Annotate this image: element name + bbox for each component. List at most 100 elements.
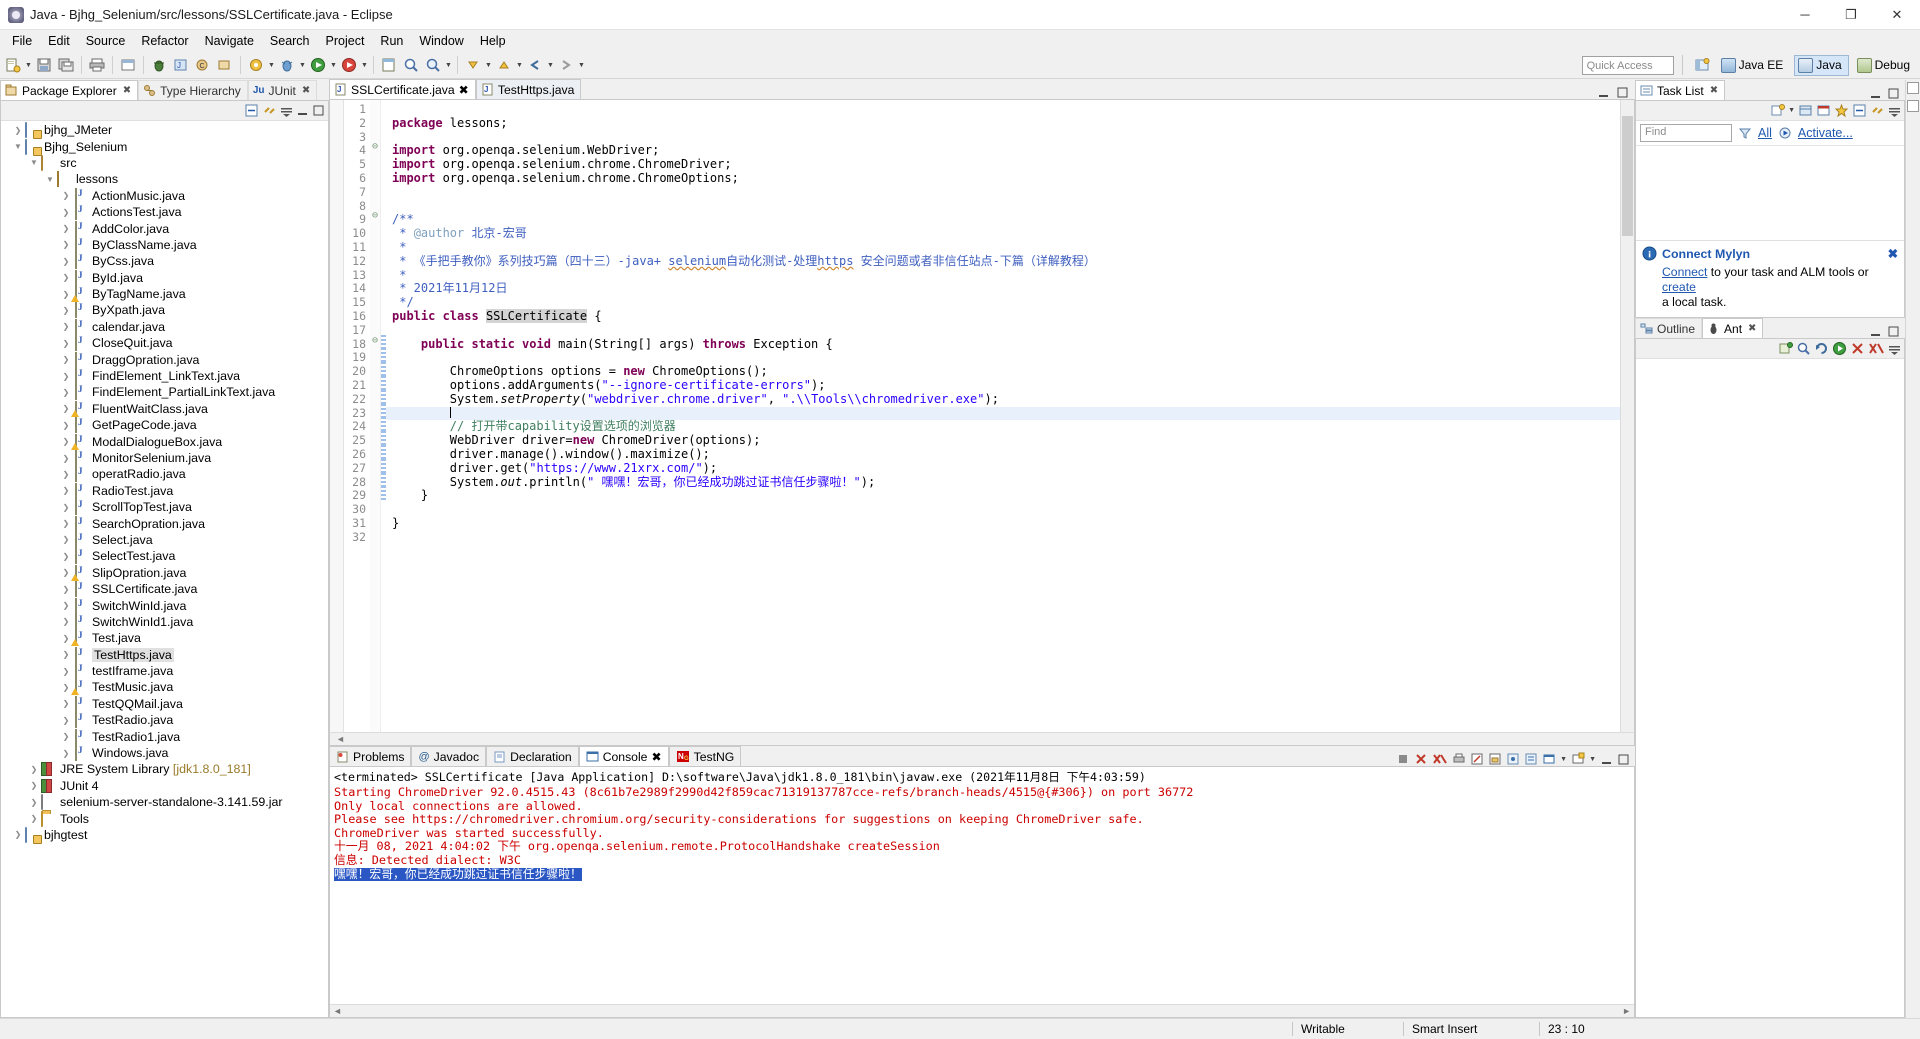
code-line[interactable]: driver.manage().window().maximize(); <box>386 447 1620 462</box>
fold-toggle-icon[interactable]: ⊖ <box>370 141 380 155</box>
tree-expand-arrow[interactable]: ❯ <box>59 650 73 659</box>
tree-expand-arrow[interactable]: ▼ <box>27 158 41 167</box>
menu-window[interactable]: Window <box>411 32 471 50</box>
console-view-dropdown-icon[interactable]: ▼ <box>1589 756 1596 763</box>
editor-horizontal-scrollbar[interactable]: ◄ <box>329 732 1635 746</box>
editor-tab-testhttps[interactable]: J TestHttps.java <box>475 79 582 99</box>
task-activate-label[interactable]: Activate... <box>1798 126 1853 140</box>
tree-item[interactable]: ❯ AddColor.java <box>1 220 328 237</box>
editor-annotation-ruler[interactable] <box>330 100 344 732</box>
code-line[interactable] <box>386 531 1620 545</box>
tree-item[interactable]: ❯ FindElement_PartialLinkText.java <box>1 384 328 401</box>
remove-launch-icon[interactable] <box>1414 752 1428 766</box>
clear-console-icon[interactable] <box>1470 752 1484 766</box>
tree-expand-arrow[interactable]: ❯ <box>59 224 73 233</box>
quick-access-input[interactable]: Quick Access <box>1581 55 1674 75</box>
back-dropdown-icon[interactable]: ▼ <box>546 54 555 76</box>
tree-expand-arrow[interactable]: ❯ <box>11 830 25 839</box>
print-console-icon[interactable] <box>1452 752 1466 766</box>
focus-on-workweek-icon[interactable] <box>1834 103 1849 118</box>
tree-item[interactable]: ❯Test.java <box>1 630 328 647</box>
print-icon[interactable] <box>86 54 108 76</box>
filter-all-icon[interactable] <box>1738 126 1752 140</box>
code-line[interactable]: import org.openqa.selenium.WebDriver; <box>386 143 1620 158</box>
debug-dropdown-icon[interactable]: ▼ <box>298 54 307 76</box>
tree-expand-arrow[interactable]: ❯ <box>59 716 73 725</box>
tree-expand-arrow[interactable]: ▼ <box>43 175 57 184</box>
mylyn-connect-link[interactable]: Connect <box>1662 265 1707 279</box>
tree-expand-arrow[interactable]: ❯ <box>59 470 73 479</box>
tree-item[interactable]: ❯ModalDialogueBox.java <box>1 433 328 450</box>
tree-item[interactable]: ❯ GetPageCode.java <box>1 417 328 434</box>
previous-annotation-icon[interactable] <box>493 54 515 76</box>
tree-expand-arrow[interactable]: ❯ <box>59 486 73 495</box>
tree-expand-arrow[interactable]: ❯ <box>59 306 73 315</box>
tree-item[interactable]: ❯ TestHttps.java <box>1 646 328 663</box>
tree-item[interactable]: ❯ ById.java <box>1 269 328 286</box>
tree-item[interactable]: ❯ TestRadio1.java <box>1 728 328 745</box>
tree-item[interactable]: ❯ SearchOpration.java <box>1 515 328 532</box>
new-console-view-icon[interactable] <box>1571 752 1585 766</box>
tree-item[interactable]: ❯ Select.java <box>1 531 328 548</box>
code-line[interactable]: * 《手把手教你》系列技巧篇（四十三）-java+ selenium自动化测试-… <box>386 254 1620 269</box>
close-icon[interactable]: ✖ <box>302 85 310 96</box>
minimize-console-icon[interactable] <box>1600 753 1613 766</box>
new-jsp-icon[interactable] <box>378 54 400 76</box>
project-tree[interactable]: ❯bjhg_JMeter▼Bjhg_Selenium▼src▼lessons❯A… <box>1 121 328 1017</box>
tree-expand-arrow[interactable]: ❯ <box>59 257 73 266</box>
menu-refactor[interactable]: Refactor <box>133 32 196 50</box>
new-wizard-icon[interactable] <box>2 54 24 76</box>
code-line[interactable]: public static void main(String[] args) t… <box>386 337 1620 352</box>
tab-ant[interactable]: Ant ✖ <box>1702 318 1764 338</box>
tree-item[interactable]: ❯ testIframe.java <box>1 663 328 680</box>
tab-type-hierarchy[interactable]: Type Hierarchy <box>138 80 248 100</box>
maximize-button[interactable]: ❐ <box>1828 0 1874 30</box>
next-annotation-icon[interactable] <box>462 54 484 76</box>
tree-expand-arrow[interactable]: ❯ <box>59 322 73 331</box>
toggle-breadcrumb-icon[interactable] <box>117 54 139 76</box>
code-line[interactable] <box>386 186 1620 200</box>
run-icon[interactable] <box>307 54 329 76</box>
console-horizontal-scrollbar[interactable]: ◄ ► <box>330 1004 1634 1017</box>
tree-item[interactable]: ❯ operatRadio.java <box>1 466 328 483</box>
code-line[interactable]: import org.openqa.selenium.chrome.Chrome… <box>386 171 1620 186</box>
code-line[interactable]: public class SSLCertificate { <box>386 308 1620 324</box>
view-menu-icon[interactable] <box>1888 342 1901 355</box>
tree-expand-arrow[interactable]: ❯ <box>59 601 73 610</box>
coverage-icon[interactable] <box>338 54 360 76</box>
scroll-lock-icon[interactable] <box>1488 752 1502 766</box>
perspective-debug[interactable]: Debug <box>1854 55 1916 76</box>
tree-expand-arrow[interactable]: ❯ <box>59 552 73 561</box>
schedule-icon[interactable] <box>1816 103 1831 118</box>
tree-expand-arrow[interactable]: ❯ <box>27 765 41 774</box>
tree-expand-arrow[interactable]: ❯ <box>59 273 73 282</box>
tree-item[interactable]: ❯ JUnit 4 <box>1 778 328 794</box>
tab-package-explorer[interactable]: Package Explorer ✖ <box>0 80 139 100</box>
code-line[interactable]: driver.get("https://www.21xrx.com/"); <box>386 461 1620 476</box>
code-line[interactable] <box>386 503 1620 517</box>
menu-search[interactable]: Search <box>262 32 318 50</box>
link-with-editor-icon[interactable] <box>1870 103 1885 118</box>
tree-item[interactable]: ❯ ScrollTopTest.java <box>1 499 328 516</box>
tab-problems[interactable]: Problems <box>329 746 412 766</box>
code-line[interactable]: * @author 北京-宏哥 <box>386 226 1620 241</box>
view-menu-icon[interactable] <box>280 104 293 117</box>
task-find-input[interactable]: Find <box>1640 124 1732 142</box>
code-line[interactable]: import org.openqa.selenium.chrome.Chrome… <box>386 157 1620 172</box>
new-task-icon[interactable] <box>1770 103 1786 118</box>
tree-expand-arrow[interactable]: ❯ <box>59 388 73 397</box>
fold-toggle-icon[interactable]: ⊖ <box>370 210 380 224</box>
external-tools-icon[interactable] <box>245 54 267 76</box>
open-perspective-icon[interactable] <box>1691 54 1713 76</box>
console-body[interactable]: <terminated> SSLCertificate [Java Applic… <box>329 766 1635 1018</box>
menu-run[interactable]: Run <box>372 32 411 50</box>
menu-help[interactable]: Help <box>472 32 514 50</box>
menu-edit[interactable]: Edit <box>40 32 78 50</box>
code-line[interactable]: System.out.println(" 嘿嘿！宏哥，你已经成功跳过证书信任步骤… <box>386 475 1620 490</box>
scroll-right-icon[interactable]: ► <box>1622 1006 1631 1016</box>
tree-item[interactable]: ❯ MonitorSelenium.java <box>1 450 328 466</box>
code-line[interactable] <box>386 103 1620 117</box>
menu-source[interactable]: Source <box>78 32 134 50</box>
tab-javadoc[interactable]: @ Javadoc <box>411 746 487 766</box>
code-line[interactable]: ChromeOptions options = new ChromeOption… <box>386 364 1620 379</box>
